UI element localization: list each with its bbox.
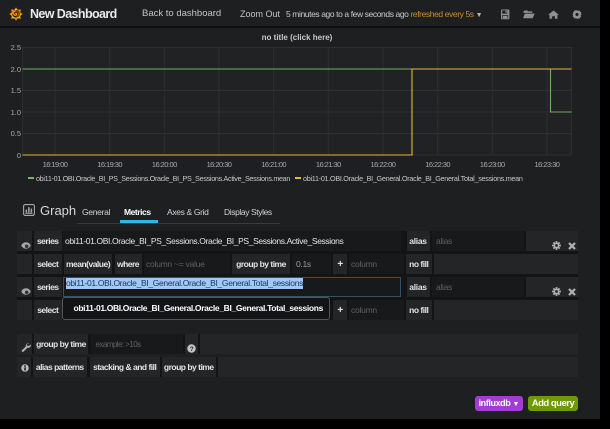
svg-text:?: ? (189, 345, 193, 352)
